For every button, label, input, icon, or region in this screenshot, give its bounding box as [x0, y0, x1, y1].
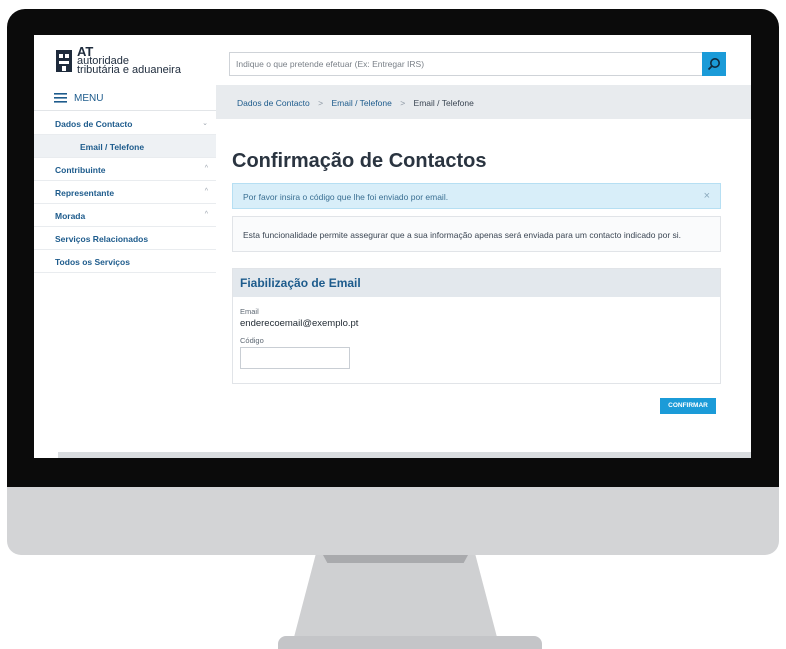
card-header: Fiabilização de Email [233, 269, 720, 297]
page-title: Confirmação de Contactos [232, 150, 487, 172]
monitor-stand-shadow [323, 555, 468, 563]
sidebar-item-dados-de-contacto[interactable]: Dados de Contacto ⌄ [34, 112, 216, 135]
monitor-base [278, 636, 542, 649]
alert-banner: Por favor insira o código que lhe foi en… [232, 183, 721, 209]
chevron-down-icon: ⌄ [202, 120, 208, 127]
info-panel: Esta funcionalidade permite assegurar qu… [232, 216, 721, 252]
monitor-chin [7, 487, 779, 555]
close-icon[interactable]: × [704, 190, 710, 202]
breadcrumb-item-dados-de-contacto[interactable]: Dados de Contacto [237, 98, 310, 108]
alert-text: Por favor insira o código que lhe foi en… [243, 192, 449, 202]
breadcrumb: Dados de Contacto > Email / Telefone > E… [216, 85, 751, 119]
header: AT autoridade tributária e aduaneira Ind… [34, 35, 751, 85]
chevron-up-icon: ^ [204, 165, 208, 172]
logo-text: AT autoridade tributária e aduaneira [77, 45, 181, 76]
footer-divider [58, 452, 751, 458]
confirm-button[interactable]: CONFIRMAR [660, 398, 716, 414]
chevron-up-icon: ^ [204, 211, 208, 218]
at-logo-icon [56, 50, 72, 72]
info-text: Esta funcionalidade permite assegurar qu… [243, 230, 682, 240]
breadcrumb-item-email-telefone[interactable]: Email / Telefone [332, 98, 392, 108]
menu-toggle[interactable]: MENU [34, 85, 216, 111]
search-icon [707, 58, 720, 71]
chevron-up-icon: ^ [204, 188, 208, 195]
monitor-stand [293, 555, 498, 641]
sidebar-item-label: Representante [55, 188, 115, 198]
sidebar-item-todos-os-servicos[interactable]: Todos os Serviços [34, 250, 216, 273]
code-input[interactable] [240, 347, 350, 369]
sidebar-item-label: Email / Telefone [80, 142, 145, 152]
at-logo[interactable]: AT autoridade tributária e aduaneira [55, 45, 195, 76]
sidebar-item-representante[interactable]: Representante ^ [34, 181, 216, 204]
sidebar-item-servicos-relacionados[interactable]: Serviços Relacionados [34, 227, 216, 250]
sidebar-item-label: Morada [55, 211, 86, 221]
breadcrumb-separator: > [318, 98, 324, 108]
sidebar-item-label: Serviços Relacionados [55, 234, 149, 244]
sidebar-item-label: Dados de Contacto [55, 119, 133, 129]
menu-label: MENU [74, 93, 104, 104]
logo-line2: tributária e aduaneira [77, 64, 181, 76]
email-value: enderecoemail@exemplo.pt [240, 318, 359, 329]
sidebar-nav: Dados de Contacto ⌄ Email / Telefone Con… [34, 112, 216, 273]
breadcrumb-trail: Dados de Contacto > Email / Telefone > E… [237, 98, 474, 108]
sidebar-item-email-telefone[interactable]: Email / Telefone [34, 135, 216, 158]
search-button[interactable] [702, 52, 726, 76]
card-title: Fiabilização de Email [240, 276, 361, 290]
sidebar-item-contribuinte[interactable]: Contribuinte ^ [34, 158, 216, 181]
screen: AT autoridade tributária e aduaneira Ind… [34, 35, 751, 458]
hamburger-icon [54, 93, 67, 103]
sidebar-item-label: Contribuinte [55, 165, 106, 175]
breadcrumb-current: Email / Telefone [413, 98, 474, 108]
search-placeholder: Indique o que pretende efetuar (Ex: Entr… [236, 59, 425, 69]
sidebar-item-morada[interactable]: Morada ^ [34, 204, 216, 227]
breadcrumb-separator: > [400, 98, 406, 108]
email-label: Email [240, 307, 259, 316]
code-label: Código [240, 336, 264, 345]
sidebar-item-label: Todos os Serviços [55, 257, 130, 267]
email-verification-card: Fiabilização de Email Email enderecoemai… [232, 268, 721, 384]
search-input[interactable]: Indique o que pretende efetuar (Ex: Entr… [229, 52, 724, 76]
